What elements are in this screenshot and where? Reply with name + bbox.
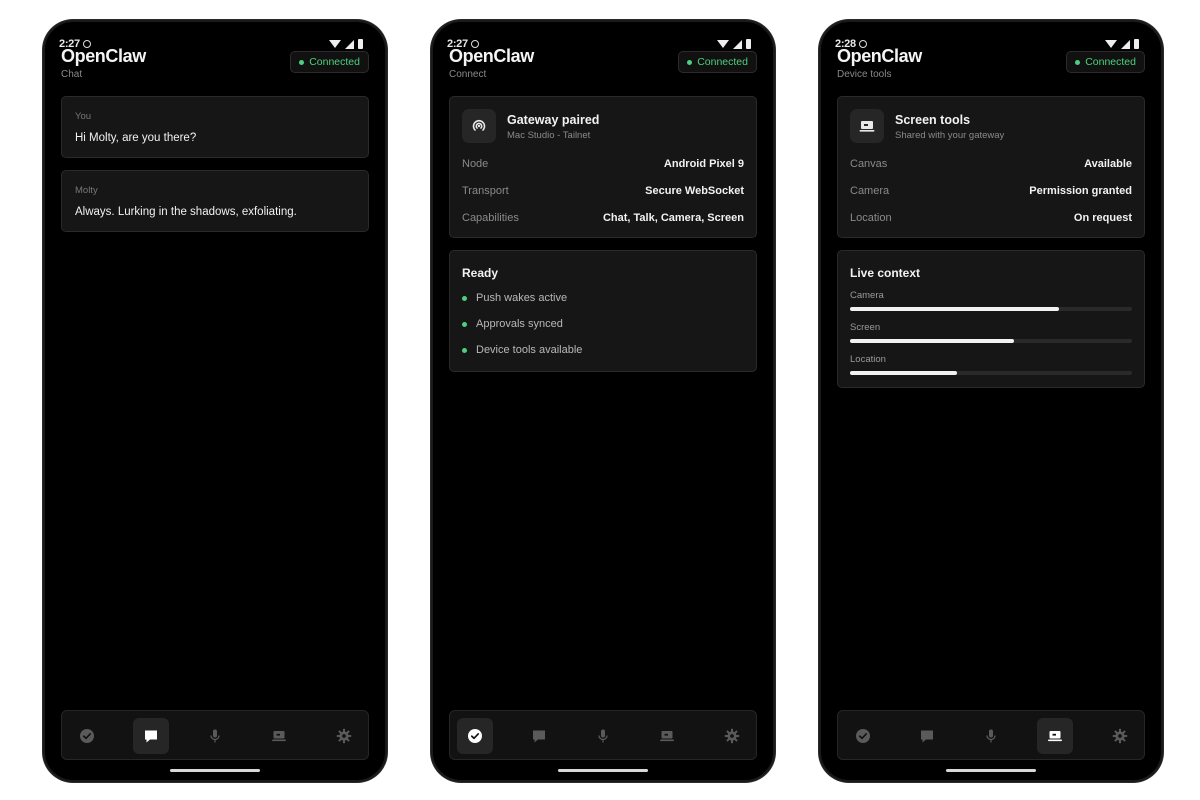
progress-track-camera — [850, 307, 1132, 311]
wifi-icon — [717, 40, 729, 48]
battery-icon — [746, 39, 751, 49]
status-dot-icon — [1075, 59, 1081, 65]
nav-chat-button[interactable] — [909, 718, 945, 754]
check-circle-icon — [467, 728, 483, 744]
info-row-node: Node Android Pixel 9 — [462, 158, 744, 170]
gear-icon — [336, 728, 352, 744]
message-bubble-user: You Hi Molty, are you there? — [61, 96, 369, 158]
battery-icon — [358, 39, 363, 49]
info-row-transport: Transport Secure WebSocket — [462, 185, 744, 197]
nav-talk-button[interactable] — [197, 718, 233, 754]
laptop-icon — [659, 728, 675, 744]
page-subtitle: Chat — [61, 69, 83, 80]
info-row-canvas: Canvas Available — [850, 158, 1132, 170]
nav-connect-button[interactable] — [457, 718, 493, 754]
connected-badge: Connected — [290, 51, 369, 73]
gear-icon — [1112, 728, 1128, 744]
check-circle-icon — [79, 728, 95, 744]
progress-fill-location — [850, 371, 958, 375]
live-context-card: Live context Camera Screen Location — [837, 250, 1145, 388]
info-row-camera: Camera Permission granted — [850, 185, 1132, 197]
connected-badge: Connected — [678, 51, 757, 73]
nav-chat-button[interactable] — [521, 718, 557, 754]
progress-track-location — [850, 371, 1132, 375]
message-bubble-assistant: Molty Always. Lurking in the shadows, ex… — [61, 170, 369, 232]
signal-icon — [733, 39, 742, 49]
nav-connect-button[interactable] — [69, 718, 105, 754]
bottom-nav — [449, 710, 757, 760]
nav-settings-button[interactable] — [714, 718, 750, 754]
laptop-icon — [850, 109, 884, 143]
page-subtitle: Connect — [449, 69, 487, 80]
home-indicator[interactable] — [946, 769, 1036, 772]
info-row-location: Location On request — [850, 212, 1132, 224]
nav-talk-button[interactable] — [973, 718, 1009, 754]
tools-title: Screen tools — [895, 113, 971, 127]
nav-chat-button[interactable] — [133, 718, 169, 754]
wifi-icon — [1105, 40, 1117, 48]
phone-connect-screen: 2:27 OpenClaw Connect Connected Gateway … — [431, 20, 775, 782]
bar-label-screen: Screen — [850, 322, 881, 333]
progress-fill-screen — [850, 339, 1014, 343]
status-dot-icon — [299, 59, 305, 65]
mic-icon — [595, 728, 611, 744]
bottom-nav — [61, 710, 369, 760]
mic-icon — [983, 728, 999, 744]
nav-device-tools-button[interactable] — [1037, 718, 1073, 754]
check-circle-icon — [855, 728, 871, 744]
home-indicator[interactable] — [558, 769, 648, 772]
mic-icon — [207, 728, 223, 744]
phone-device-tools-screen: 2:28 OpenClaw Device tools Connected Scr… — [819, 20, 1163, 782]
nav-settings-button[interactable] — [326, 718, 362, 754]
info-row-capabilities: Capabilities Chat, Talk, Camera, Screen — [462, 212, 744, 224]
signal-icon — [1121, 39, 1130, 49]
ready-title: Ready — [462, 266, 499, 280]
nav-device-tools-button[interactable] — [261, 718, 297, 754]
message-sender: Molty — [75, 185, 98, 196]
ready-card: Ready Push wakes active Approvals synced… — [449, 250, 757, 372]
message-sender: You — [75, 111, 92, 122]
nav-connect-button[interactable] — [845, 718, 881, 754]
screen-tools-card: Screen tools Shared with your gateway Ca… — [837, 96, 1145, 238]
nav-talk-button[interactable] — [585, 718, 621, 754]
battery-icon — [1134, 39, 1139, 49]
live-context-title: Live context — [850, 266, 921, 280]
app-title: OpenClaw — [837, 46, 922, 66]
gateway-subtitle: Mac Studio - Tailnet — [507, 130, 591, 141]
progress-fill-camera — [850, 307, 1059, 311]
check-dot-icon — [462, 296, 467, 301]
status-dot-icon — [687, 59, 693, 65]
message-text: Always. Lurking in the shadows, exfoliat… — [75, 206, 297, 218]
message-text: Hi Molty, are you there? — [75, 132, 197, 144]
home-indicator[interactable] — [170, 769, 260, 772]
laptop-icon — [1047, 728, 1063, 744]
progress-track-screen — [850, 339, 1132, 343]
gear-icon — [724, 728, 740, 744]
wifi-icon — [329, 40, 341, 48]
app-title: OpenClaw — [449, 46, 534, 66]
check-dot-icon — [462, 348, 467, 353]
check-dot-icon — [462, 322, 467, 327]
tools-subtitle: Shared with your gateway — [895, 130, 1005, 141]
gateway-card: Gateway paired Mac Studio - Tailnet Node… — [449, 96, 757, 238]
bottom-nav — [837, 710, 1145, 760]
signal-icon — [345, 39, 354, 49]
chat-icon — [531, 728, 547, 744]
chat-icon — [919, 728, 935, 744]
chat-icon — [143, 728, 159, 744]
nav-settings-button[interactable] — [1102, 718, 1138, 754]
broadcast-icon — [462, 109, 496, 143]
page-subtitle: Device tools — [837, 69, 892, 80]
app-title: OpenClaw — [61, 46, 146, 66]
gateway-title: Gateway paired — [507, 113, 600, 127]
connected-badge: Connected — [1066, 51, 1145, 73]
phone-chat-screen: 2:27 OpenClaw Chat Connected You Hi Molt… — [43, 20, 387, 782]
bar-label-location: Location — [850, 354, 886, 365]
nav-device-tools-button[interactable] — [649, 718, 685, 754]
laptop-icon — [271, 728, 287, 744]
bar-label-camera: Camera — [850, 290, 884, 301]
